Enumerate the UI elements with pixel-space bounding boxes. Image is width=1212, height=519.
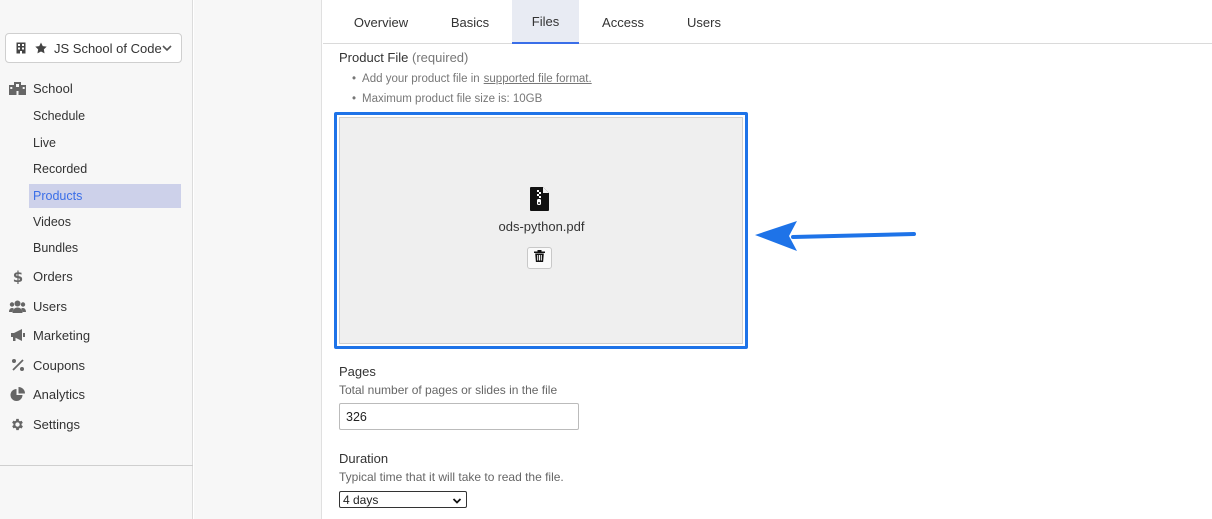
tab-access[interactable]: Access — [589, 0, 657, 44]
required-indicator: (required) — [412, 50, 469, 65]
pie-chart-icon — [9, 386, 26, 402]
file-name: ods-python.pdf — [498, 219, 585, 234]
building-icon — [16, 42, 28, 54]
sidebar-item-products[interactable]: Products — [29, 184, 181, 208]
tab-files[interactable]: Files — [512, 0, 579, 44]
percent-icon — [9, 357, 26, 373]
dollar-icon: $ — [9, 268, 26, 284]
zip-file-icon — [528, 186, 552, 217]
duration-label: Duration — [339, 451, 389, 466]
sidebar-item-bundles[interactable]: Bundles — [29, 236, 181, 260]
sidebar-item-label: Settings — [33, 416, 80, 432]
duration-select-value: 4 days — [343, 492, 379, 507]
duration-select[interactable]: 4 days — [339, 491, 467, 508]
sidebar-item-label: Marketing — [33, 327, 91, 343]
trash-icon — [534, 249, 545, 267]
tab-basics[interactable]: Basics — [433, 0, 507, 44]
sidebar-item-recorded[interactable]: Recorded — [29, 157, 181, 181]
sidebar-item-label: School — [33, 80, 73, 96]
file-format-hint: Add your product file in supported file … — [352, 73, 592, 85]
school-icon — [9, 80, 26, 96]
secondary-panel — [194, 0, 322, 519]
gear-icon — [9, 416, 26, 432]
duration-hint: Typical time that it will take to read t… — [339, 470, 564, 484]
sidebar-item-label: Users — [33, 298, 67, 314]
sidebar-item-live[interactable]: Live — [29, 131, 181, 155]
sidebar-item-schedule[interactable]: Schedule — [29, 104, 181, 128]
product-file-label: Product File (required) — [339, 50, 468, 65]
sidebar-item-analytics[interactable]: Analytics — [0, 382, 193, 406]
chevron-down-icon — [161, 42, 173, 57]
sidebar-item-school[interactable]: School — [0, 76, 193, 100]
megaphone-icon — [9, 327, 26, 343]
tab-overview[interactable]: Overview — [341, 0, 421, 44]
annotation-arrow — [753, 212, 918, 259]
sidebar-item-label: Orders — [33, 268, 73, 284]
star-icon — [35, 42, 47, 54]
sidebar-item-marketing[interactable]: Marketing — [0, 323, 193, 347]
sidebar-divider — [0, 465, 193, 466]
tab-users[interactable]: Users — [671, 0, 737, 44]
sidebar-item-settings[interactable]: Settings — [0, 412, 193, 436]
pages-label: Pages — [339, 364, 376, 379]
users-icon — [9, 298, 26, 314]
main-content: Overview Basics Files Access Users Produ… — [323, 0, 1212, 519]
sidebar-item-label: Analytics — [33, 386, 86, 402]
supported-formats-link[interactable]: supported file format. — [484, 73, 592, 85]
tab-bar: Overview Basics Files Access Users — [323, 0, 1212, 44]
sidebar-item-orders[interactable]: $ Orders — [0, 264, 193, 288]
sidebar-item-users[interactable]: Users — [0, 294, 193, 318]
school-selector[interactable]: JS School of Code — [5, 33, 182, 63]
sidebar: JS School of Code School Schedule Live R… — [0, 0, 193, 519]
sidebar-item-coupons[interactable]: Coupons — [0, 353, 193, 377]
file-size-hint-text: Maximum product file size is: 10GB — [362, 93, 543, 105]
file-size-hint: Maximum product file size is: 10GB — [352, 93, 542, 105]
school-name: JS School of Code — [54, 40, 162, 56]
sidebar-item-label: Coupons — [33, 357, 86, 373]
sidebar-item-videos[interactable]: Videos — [29, 210, 181, 234]
svg-text:$: $ — [13, 269, 23, 284]
pages-hint: Total number of pages or slides in the f… — [339, 383, 558, 397]
chevron-down-icon — [452, 495, 462, 509]
file-format-hint-text: Add your product file in — [362, 73, 480, 85]
pages-input[interactable] — [339, 403, 579, 430]
product-file-title: Product File — [339, 50, 409, 65]
delete-file-button[interactable] — [527, 247, 552, 269]
